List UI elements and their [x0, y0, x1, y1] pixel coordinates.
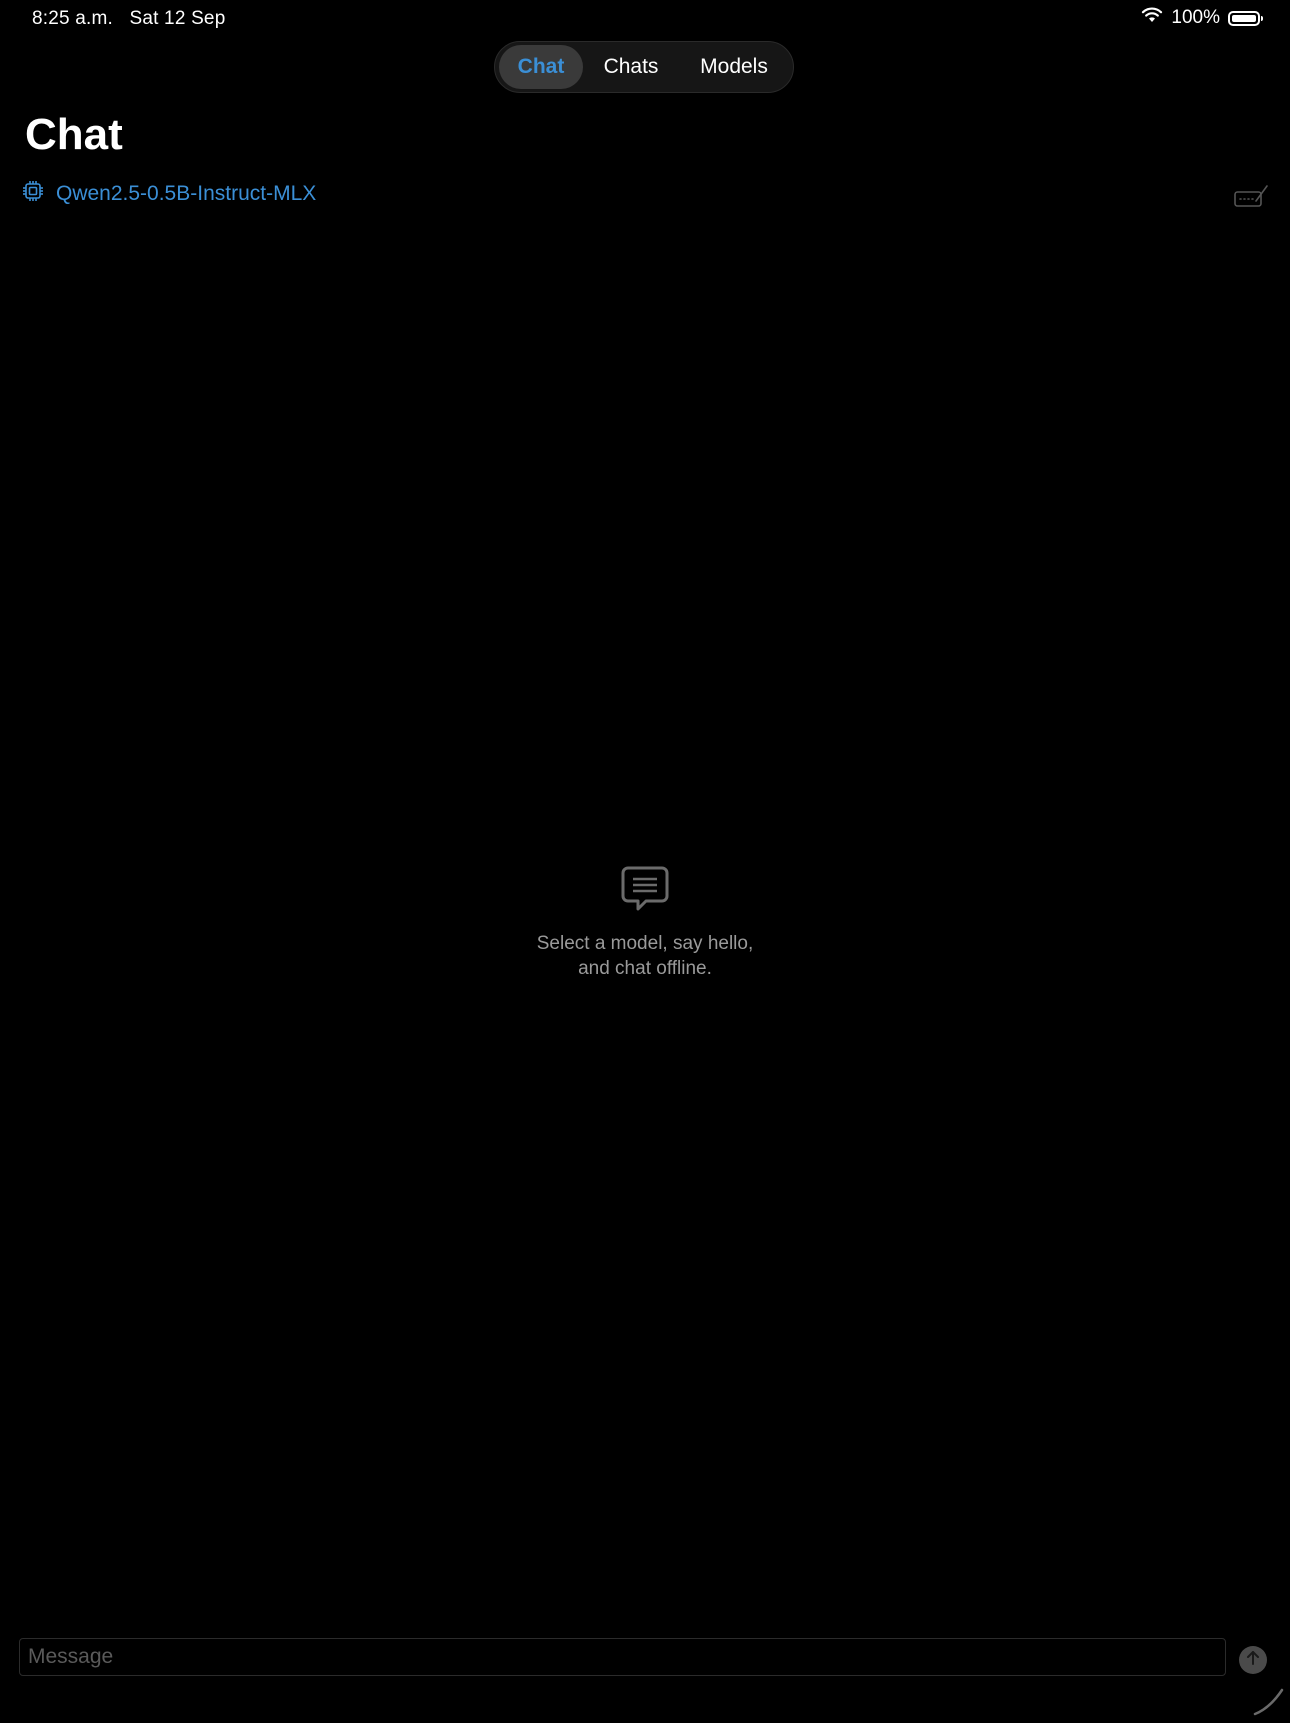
arrow-up-circle-icon [1245, 1650, 1261, 1671]
empty-state-line-1: Select a model, say hello, [536, 933, 754, 954]
empty-state-line-2: and chat offline. [578, 958, 712, 979]
status-bar-right: 100% [1141, 7, 1263, 29]
send-button[interactable] [1239, 1646, 1267, 1674]
model-name: Qwen2.5-0.5B-Instruct-MLX [56, 181, 317, 205]
chat-bubble-text-icon [621, 866, 669, 917]
status-date: Sat 12 Sep [129, 8, 226, 29]
cpu-chip-icon [22, 180, 44, 207]
model-selector[interactable]: Qwen2.5-0.5B-Instruct-MLX [22, 180, 316, 207]
empty-state: Select a model, say hello, and chat offl… [0, 866, 1290, 981]
keyboard-dismiss-icon[interactable] [1234, 184, 1268, 208]
message-input[interactable] [19, 1638, 1226, 1676]
battery-percentage: 100% [1171, 7, 1220, 28]
tab-models[interactable]: Models [679, 45, 789, 89]
status-bar-time: 8:25 a.m. Sat 12 Sep [32, 8, 225, 30]
wifi-icon [1141, 7, 1163, 29]
scribble-corner-indicator [1252, 1684, 1286, 1718]
battery-icon [1228, 10, 1263, 26]
tab-chats[interactable]: Chats [583, 45, 679, 89]
page-title: Chat [25, 110, 123, 159]
status-time: 8:25 a.m. [32, 8, 114, 29]
top-segmented-control: Chat Chats Models [494, 41, 794, 93]
empty-state-text: Select a model, say hello, and chat offl… [537, 931, 754, 981]
tab-chat[interactable]: Chat [499, 45, 583, 89]
